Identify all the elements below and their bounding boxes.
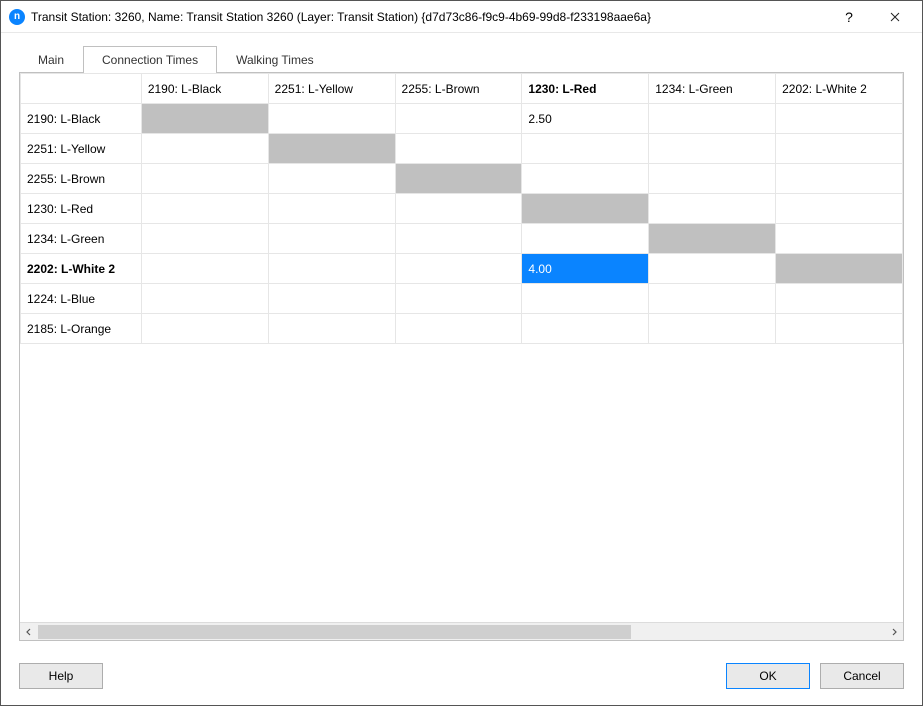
row-header[interactable]: 2255: L-Brown <box>21 164 142 194</box>
grid-cell[interactable] <box>395 254 522 284</box>
grid-cell[interactable] <box>649 104 776 134</box>
close-icon <box>890 12 900 22</box>
grid-cell[interactable] <box>649 134 776 164</box>
scrollbar-thumb[interactable] <box>38 625 631 639</box>
grid-cell[interactable] <box>522 284 649 314</box>
cancel-button[interactable]: Cancel <box>820 663 904 689</box>
grid-cell[interactable] <box>649 164 776 194</box>
scroll-right-button[interactable] <box>885 623 903 641</box>
grid-cell[interactable] <box>649 224 776 254</box>
window-title: Transit Station: 3260, Name: Transit Sta… <box>31 10 826 24</box>
titlebar: n Transit Station: 3260, Name: Transit S… <box>1 1 922 33</box>
chevron-right-icon <box>890 628 898 636</box>
row-header[interactable]: 2185: L-Orange <box>21 314 142 344</box>
dialog-window: n Transit Station: 3260, Name: Transit S… <box>0 0 923 706</box>
row-header[interactable]: 1230: L-Red <box>21 194 142 224</box>
grid-cell[interactable] <box>776 284 903 314</box>
grid-cell[interactable] <box>395 194 522 224</box>
grid-cell[interactable] <box>776 164 903 194</box>
row-header[interactable]: 2202: L-White 2 <box>21 254 142 284</box>
grid-cell[interactable] <box>141 224 268 254</box>
grid-cell[interactable] <box>268 194 395 224</box>
column-header[interactable]: 2202: L-White 2 <box>776 74 903 104</box>
tab-content: 2190: L-Black2251: L-Yellow2255: L-Brown… <box>19 72 904 641</box>
grid-cell[interactable] <box>522 164 649 194</box>
grid-cell[interactable] <box>268 314 395 344</box>
grid-cell[interactable] <box>522 224 649 254</box>
grid-cell[interactable] <box>522 194 649 224</box>
grid-cell[interactable] <box>776 104 903 134</box>
column-header[interactable]: 2251: L-Yellow <box>268 74 395 104</box>
grid-cell[interactable] <box>141 254 268 284</box>
grid-cell[interactable] <box>649 284 776 314</box>
grid-cell[interactable] <box>649 254 776 284</box>
tab-main[interactable]: Main <box>19 46 83 73</box>
chevron-left-icon <box>25 628 33 636</box>
help-button-footer[interactable]: Help <box>19 663 103 689</box>
grid-cell[interactable] <box>649 194 776 224</box>
grid-cell[interactable]: 2.50 <box>522 104 649 134</box>
grid-cell[interactable] <box>776 314 903 344</box>
grid-cell[interactable] <box>141 284 268 314</box>
grid-cell[interactable] <box>268 134 395 164</box>
dialog-footer: Help OK Cancel <box>1 653 922 705</box>
column-header[interactable]: 1234: L-Green <box>649 74 776 104</box>
grid-cell[interactable] <box>141 314 268 344</box>
column-header[interactable]: 1230: L-Red <box>522 74 649 104</box>
column-header[interactable]: 2190: L-Black <box>141 74 268 104</box>
tab-strip: Main Connection Times Walking Times <box>1 33 922 72</box>
help-button[interactable]: ? <box>826 1 872 33</box>
app-icon: n <box>9 9 25 25</box>
grid-cell[interactable] <box>268 254 395 284</box>
horizontal-scrollbar[interactable] <box>20 622 903 640</box>
grid-cell[interactable] <box>776 224 903 254</box>
grid-cell[interactable] <box>268 104 395 134</box>
grid-cell[interactable] <box>522 314 649 344</box>
connection-times-grid-wrap: 2190: L-Black2251: L-Yellow2255: L-Brown… <box>20 73 903 622</box>
grid-cell[interactable]: 4.00 <box>522 254 649 284</box>
row-header[interactable]: 1224: L-Blue <box>21 284 142 314</box>
scroll-left-button[interactable] <box>20 623 38 641</box>
grid-corner <box>21 74 142 104</box>
grid-cell[interactable] <box>395 104 522 134</box>
tab-walking-times[interactable]: Walking Times <box>217 46 333 73</box>
grid-cell[interactable] <box>395 134 522 164</box>
grid-cell[interactable] <box>776 254 903 284</box>
grid-cell[interactable] <box>395 224 522 254</box>
grid-cell[interactable] <box>776 134 903 164</box>
grid-cell[interactable] <box>141 164 268 194</box>
ok-button[interactable]: OK <box>726 663 810 689</box>
column-header[interactable]: 2255: L-Brown <box>395 74 522 104</box>
grid-cell[interactable] <box>141 134 268 164</box>
grid-cell[interactable] <box>395 164 522 194</box>
grid-cell[interactable] <box>776 194 903 224</box>
close-button[interactable] <box>872 1 918 33</box>
grid-cell[interactable] <box>522 134 649 164</box>
grid-cell[interactable] <box>141 194 268 224</box>
grid-cell[interactable] <box>649 314 776 344</box>
row-header[interactable]: 2251: L-Yellow <box>21 134 142 164</box>
row-header[interactable]: 2190: L-Black <box>21 104 142 134</box>
connection-times-grid[interactable]: 2190: L-Black2251: L-Yellow2255: L-Brown… <box>20 73 903 344</box>
row-header[interactable]: 1234: L-Green <box>21 224 142 254</box>
grid-cell[interactable] <box>268 164 395 194</box>
grid-cell[interactable] <box>268 284 395 314</box>
grid-cell[interactable] <box>141 104 268 134</box>
tab-connection-times[interactable]: Connection Times <box>83 46 217 73</box>
scrollbar-track[interactable] <box>38 623 885 641</box>
grid-cell[interactable] <box>268 224 395 254</box>
grid-cell[interactable] <box>395 284 522 314</box>
grid-cell[interactable] <box>395 314 522 344</box>
